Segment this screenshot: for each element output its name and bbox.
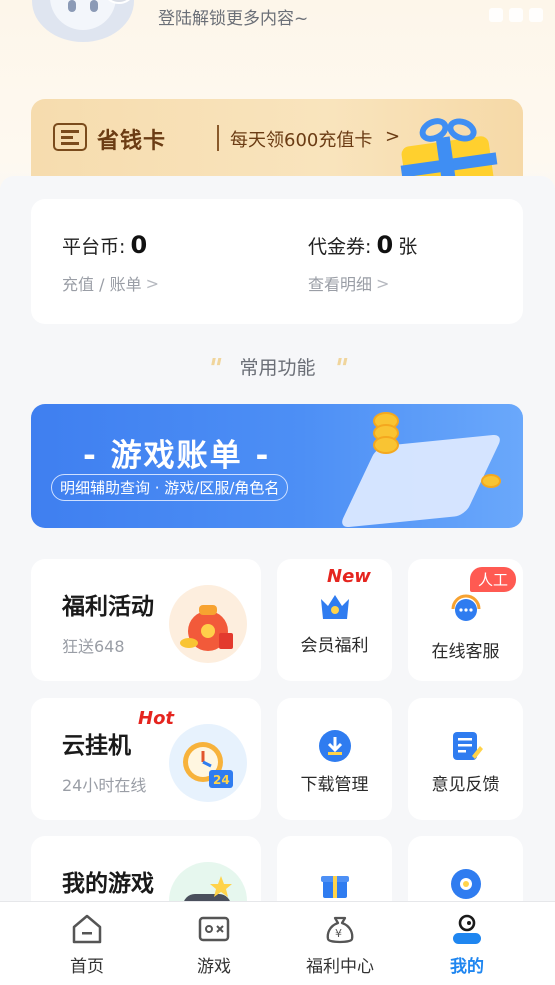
view-details-label: 查看明细 [308,275,373,294]
my-games-title: 我的游戏 [62,871,154,897]
coin-icon [481,474,501,488]
game-bill-banner[interactable]: - 游戏账单 - 明细辅助查询 · 游戏/区服/角色名 [31,404,523,528]
voucher-value: 0 [376,231,394,259]
saving-card-promo: 每天领600充值卡 [230,130,373,151]
view-details-link[interactable]: 查看明细 > [308,271,417,295]
bottom-tab-bar: 首页 游戏 ¥ 福利中心 我的 [0,901,555,985]
online-support-label: 在线客服 [431,642,500,662]
recharge-bill-link[interactable]: 充值 / 账单 > [62,271,159,295]
clock-24-icon: 24 [169,724,247,802]
hot-tag: Hot [138,708,175,729]
welfare-activity-title: 福利活动 [62,594,154,620]
wallet-card: 平台币: 0 充值 / 账单 > 代金券: 0 张 查看明细 > [31,199,523,324]
member-benefits-label: 会员福利 [300,636,369,656]
home-icon [70,912,104,946]
recharge-bill-label: 充值 / 账单 [62,275,142,294]
svg-text:¥: ¥ [335,927,342,940]
tab-welfare-center[interactable]: ¥ 福利中心 [271,902,409,985]
section-title-text: 常用功能 [239,357,316,379]
status-icon [529,8,543,22]
gamepad-icon [197,912,231,946]
chevron-right-icon: > [376,273,390,293]
feedback-label: 意见反馈 [431,775,500,795]
tab-mine[interactable]: 我的 [398,902,536,985]
tab-home-label: 首页 [70,957,104,977]
voucher-label: 代金券: [308,236,372,258]
chevron-right-icon: > [145,273,159,293]
quote-mark-icon: " [204,353,225,384]
user-icon [450,912,484,946]
download-icon [317,728,353,764]
lucky-bag-icon [169,585,247,663]
tab-games-label: 游戏 [197,957,231,977]
new-tag: New [327,566,371,587]
gift-box-icon [317,866,353,902]
login-tip[interactable]: 登陆解锁更多内容~ [158,4,308,29]
feedback-card[interactable]: 意见反馈 [408,698,523,820]
status-icon [489,8,503,22]
tab-welfare-center-label: 福利中心 [306,957,374,977]
avatar-eye [90,0,98,12]
status-icon [509,8,523,22]
bill-banner-subtitle: 明细辅助查询 · 游戏/区服/角色名 [51,474,289,501]
chevron-right-icon: > [385,126,401,147]
coin-icon [373,436,399,454]
tab-mine-label: 我的 [450,957,484,977]
bill-banner-title: - 游戏账单 - [83,438,271,474]
tab-home[interactable]: 首页 [18,902,156,985]
platform-coins[interactable]: 平台币: 0 充值 / 账单 > [62,231,159,295]
headset-icon [448,589,484,625]
cloud-hosting-title: 云挂机 [62,733,131,759]
cloud-hosting-desc: 24小时在线 [62,776,147,795]
tab-games[interactable]: 游戏 [145,902,283,985]
vouchers[interactable]: 代金券: 0 张 查看明细 > [308,231,417,295]
welfare-activity-card[interactable]: 福利活动 狂送648 [31,559,261,681]
section-title: " 常用功能 " [0,353,555,384]
coins-label: 平台币: [62,236,126,258]
gear-icon [448,866,484,902]
human-support-tag: 人工 [470,567,517,592]
status-icons [489,8,543,22]
avatar-face [50,0,116,30]
money-bag-icon: ¥ [323,912,357,946]
feedback-edit-icon [448,728,484,764]
svg-text:24: 24 [213,773,230,787]
download-manager-card[interactable]: 下载管理 [277,698,392,820]
saving-card-title: 省钱卡 [97,129,167,154]
quote-mark-icon: " [330,353,351,384]
avatar-eye [68,0,76,12]
card-icon [53,123,87,151]
divider [217,125,219,151]
download-manager-label: 下载管理 [300,775,369,795]
phone-illustration-icon [338,433,504,528]
welfare-activity-desc: 狂送648 [62,637,125,656]
coins-value: 0 [130,231,148,259]
voucher-unit: 张 [398,236,418,258]
crown-icon [317,589,353,625]
